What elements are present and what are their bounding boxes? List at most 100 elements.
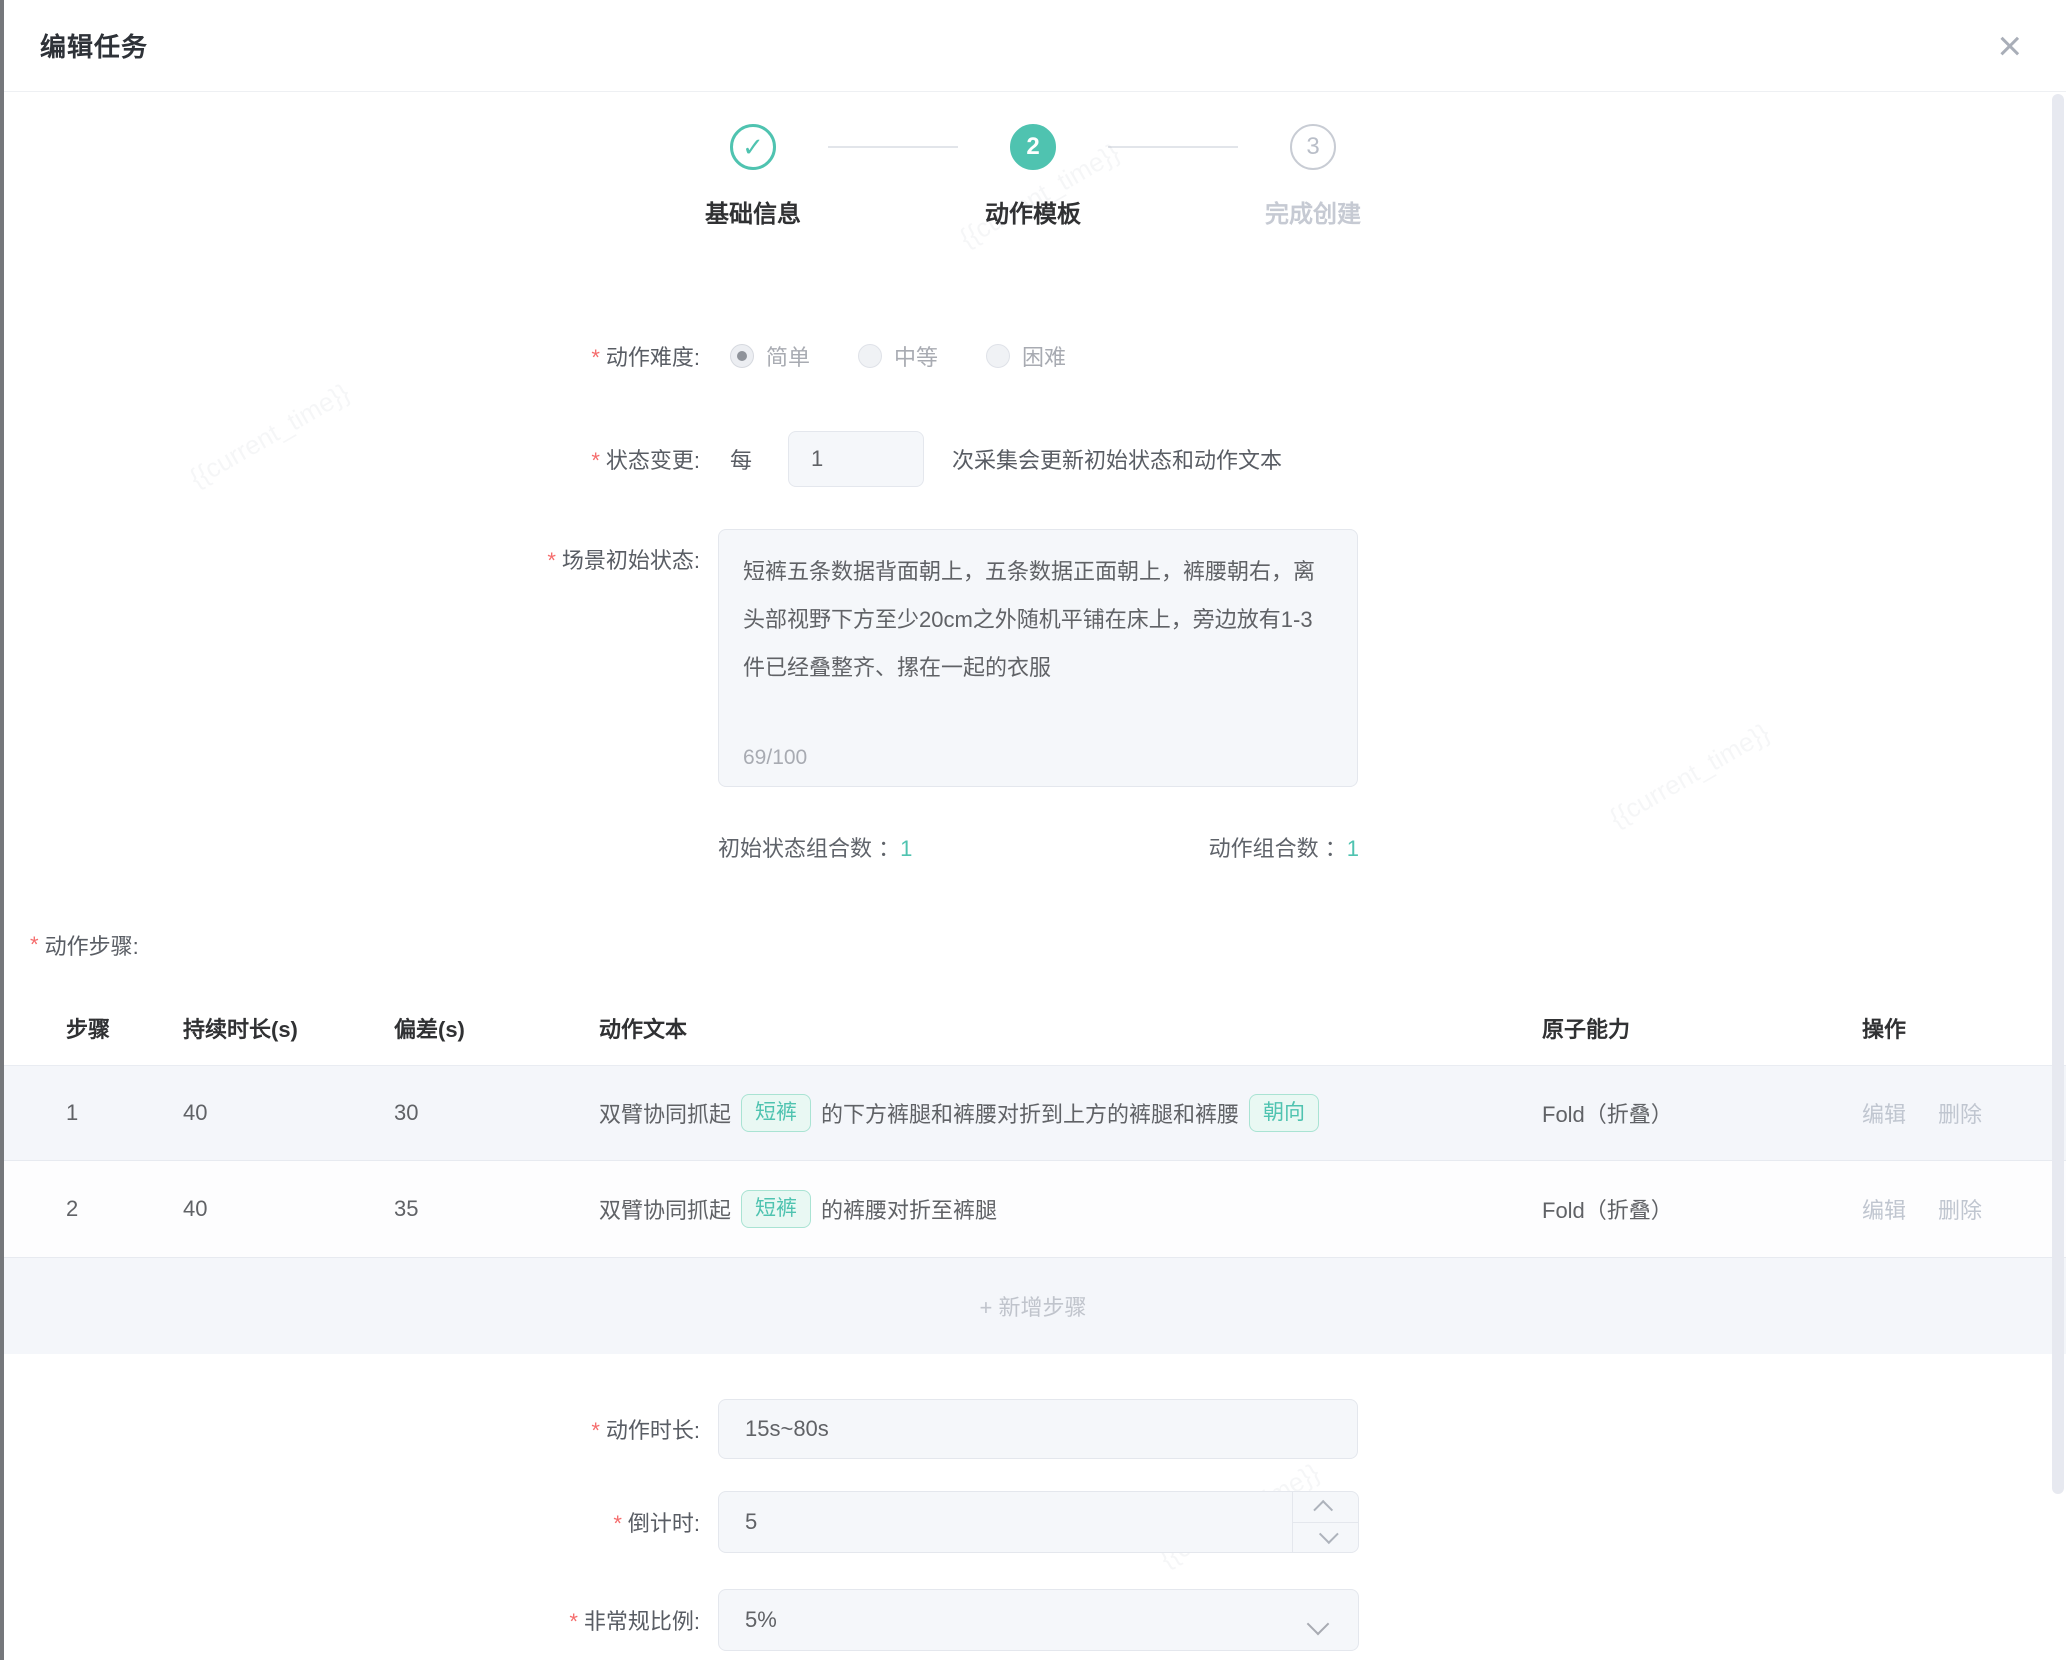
header-step: 步骤: [0, 1012, 183, 1044]
header-duration: 持续时长(s): [183, 1012, 394, 1044]
delete-link[interactable]: 删除: [1938, 1193, 1982, 1225]
step-label: 基础信息: [705, 194, 801, 229]
difficulty-label: *动作难度:: [0, 340, 700, 372]
combo-label: 动作组合数 ：: [1209, 836, 1347, 861]
check-icon: ✓: [730, 124, 776, 170]
step-finish-create: 3 完成创建: [1238, 124, 1388, 229]
field-label: 场景初始状态:: [562, 548, 700, 573]
state-change-input[interactable]: [788, 431, 924, 487]
textarea-value: 短裤五条数据背面朝上，五条数据正面朝上，裤腰朝右，离头部视野下方至少20cm之外…: [743, 548, 1333, 692]
scrollbar-thumb[interactable]: [2052, 94, 2064, 1494]
step-basic-info: ✓ 基础信息: [678, 124, 828, 229]
select-value: 5%: [745, 1607, 777, 1633]
duration-label: *动作时长:: [0, 1413, 700, 1445]
state-change-label: *状态变更:: [0, 443, 700, 475]
edit-link[interactable]: 编辑: [1862, 1097, 1906, 1129]
object-tag: 短裤: [741, 1190, 811, 1228]
initial-state-label: *场景初始状态:: [0, 529, 700, 575]
cell-deviation: 30: [394, 1100, 599, 1126]
action-steps-table: 步骤 持续时长(s) 偏差(s) 动作文本 原子能力 操作 1 40 30 双臂…: [0, 990, 2066, 1354]
dialog-title: 编辑任务: [40, 27, 148, 64]
state-suffix: 次采集会更新初始状态和动作文本: [952, 443, 1282, 475]
object-tag: 短裤: [741, 1094, 811, 1132]
stepper-controls: [1292, 1492, 1358, 1552]
unusual-ratio-label: *非常规比例:: [0, 1604, 700, 1636]
cell-operations: 编辑 删除: [1862, 1097, 2066, 1129]
radio-easy[interactable]: 简单: [730, 340, 810, 372]
header-ability: 原子能力: [1542, 1012, 1862, 1044]
radio-hard[interactable]: 困难: [986, 340, 1066, 372]
cell-duration: 40: [183, 1100, 394, 1126]
field-label: 倒计时:: [628, 1511, 700, 1536]
unusual-ratio-select[interactable]: 5%: [718, 1589, 1359, 1651]
action-text: 双臂协同抓起: [599, 1193, 731, 1225]
step-label: 动作模板: [985, 194, 1081, 229]
cell-step: 1: [0, 1100, 183, 1126]
required-marker: *: [30, 932, 39, 958]
unusual-ratio-row: *非常规比例: 5%: [0, 1589, 2066, 1651]
initial-state-row: *场景初始状态: 短裤五条数据背面朝上，五条数据正面朝上，裤腰朝右，离头部视野下…: [0, 529, 2066, 787]
combo-counts-row: 初始状态组合数 ：1 动作组合数 ：1: [718, 831, 1359, 863]
initial-state-textarea[interactable]: 短裤五条数据背面朝上，五条数据正面朝上，裤腰朝右，离头部视野下方至少20cm之外…: [718, 529, 1358, 787]
required-marker: *: [613, 1511, 622, 1536]
step-number: 3: [1290, 124, 1336, 170]
table-row: 1 40 30 双臂协同抓起 短裤 的下方裤腿和裤腰对折到上方的裤腿和裤腰 朝向…: [0, 1066, 2066, 1161]
action-text: 双臂协同抓起: [599, 1097, 731, 1129]
char-counter: 69/100: [743, 746, 807, 770]
field-label: 动作难度:: [606, 345, 700, 370]
radio-label: 困难: [1022, 340, 1066, 372]
step-label: 完成创建: [1265, 194, 1361, 229]
required-marker: *: [569, 1609, 578, 1634]
cell-ability: Fold（折叠）: [1542, 1097, 1862, 1129]
close-icon[interactable]: ×: [1997, 25, 2022, 67]
duration-row: *动作时长:: [0, 1399, 2066, 1459]
radio-label: 简单: [766, 340, 810, 372]
countdown-input[interactable]: [718, 1491, 1359, 1553]
table-row: 2 40 35 双臂协同抓起 短裤 的裤腰对折至裤腿 Fold（折叠） 编辑 删…: [0, 1161, 2066, 1258]
page-edge: [0, 0, 4, 1660]
difficulty-row: *动作难度: 简单 中等 困难: [0, 341, 2066, 371]
radio-icon: [986, 344, 1010, 368]
step-number: 2: [1010, 124, 1056, 170]
step-action-template: 2 动作模板: [958, 124, 1108, 229]
field-label: 非常规比例:: [584, 1609, 700, 1634]
initial-combo-count: 初始状态组合数 ：1: [718, 831, 912, 863]
cell-action-text: 双臂协同抓起 短裤 的裤腰对折至裤腿: [599, 1190, 1542, 1228]
action-text: 的裤腰对折至裤腿: [821, 1193, 997, 1225]
combo-value: 1: [1347, 836, 1359, 861]
radio-medium[interactable]: 中等: [858, 340, 938, 372]
edit-link[interactable]: 编辑: [1862, 1193, 1906, 1225]
cell-action-text: 双臂协同抓起 短裤 的下方裤腿和裤腰对折到上方的裤腿和裤腰 朝向: [599, 1094, 1542, 1132]
radio-label: 中等: [894, 340, 938, 372]
cell-ability: Fold（折叠）: [1542, 1193, 1862, 1225]
header-operation: 操作: [1862, 1012, 2066, 1044]
radio-icon: [858, 344, 882, 368]
action-text: 的下方裤腿和裤腰对折到上方的裤腿和裤腰: [821, 1097, 1239, 1129]
chevron-up-icon: [1313, 1500, 1333, 1520]
state-prefix: 每: [730, 443, 752, 475]
decrease-button[interactable]: [1293, 1523, 1358, 1553]
required-marker: *: [547, 548, 556, 573]
add-step-button[interactable]: + 新增步骤: [0, 1258, 2066, 1354]
cell-deviation: 35: [394, 1196, 599, 1222]
cell-operations: 编辑 删除: [1862, 1193, 2066, 1225]
countdown-stepper: [718, 1491, 1359, 1553]
duration-input[interactable]: [718, 1399, 1358, 1459]
radio-icon: [730, 344, 754, 368]
combo-label: 初始状态组合数 ：: [718, 836, 900, 861]
required-marker: *: [591, 448, 600, 473]
required-marker: *: [591, 1418, 600, 1443]
step-connector: [1108, 146, 1238, 148]
increase-button[interactable]: [1293, 1492, 1358, 1523]
required-marker: *: [591, 345, 600, 370]
delete-link[interactable]: 删除: [1938, 1097, 1982, 1129]
field-label: 状态变更:: [606, 448, 700, 473]
combo-value: 1: [900, 836, 912, 861]
action-steps-label: * 动作步骤:: [30, 929, 2066, 961]
chevron-down-icon: [1307, 1613, 1330, 1636]
header-text: 动作文本: [599, 1012, 1542, 1044]
chevron-down-icon: [1318, 1525, 1338, 1545]
table-header-row: 步骤 持续时长(s) 偏差(s) 动作文本 原子能力 操作: [0, 990, 2066, 1066]
action-combo-count: 动作组合数 ：1: [1209, 831, 1359, 863]
step-connector: [828, 146, 958, 148]
